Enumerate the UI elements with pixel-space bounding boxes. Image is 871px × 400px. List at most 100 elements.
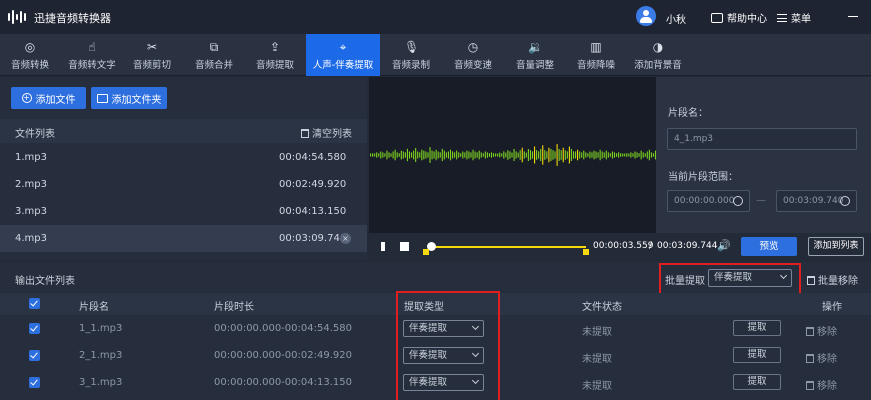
- waveform-bar: [505, 152, 507, 158]
- remove-label: 移除: [817, 327, 837, 338]
- remove-file-icon[interactable]: ×: [340, 233, 351, 244]
- user-avatar-icon[interactable]: [636, 6, 656, 26]
- file-list-item[interactable]: 1.mp3 00:04:54.580: [0, 144, 367, 171]
- waveform-panel[interactable]: [369, 77, 657, 233]
- add-to-list-button[interactable]: 添加到列表: [808, 237, 864, 256]
- row-checkbox[interactable]: [29, 323, 40, 334]
- toolbar-item[interactable]: 🎙 音频录制: [385, 34, 437, 76]
- waveform-bar: [599, 149, 601, 161]
- output-list-title: 输出文件列表: [15, 276, 75, 287]
- waveform-bar: [480, 152, 482, 158]
- waveform-bar: [419, 152, 421, 158]
- waveform-bar: [394, 149, 396, 161]
- trash-icon: [806, 354, 814, 363]
- remove-label: 移除: [817, 354, 837, 365]
- waveform-bar: [499, 152, 501, 158]
- waveform-bar: [554, 151, 556, 159]
- file-name: 2.mp3: [15, 179, 47, 190]
- waveform-bar: [593, 150, 595, 160]
- toolbar-item[interactable]: 🔉 音量调整: [507, 34, 563, 76]
- waveform-bar: [472, 149, 474, 161]
- clear-list-button[interactable]: 清空列表: [301, 125, 352, 140]
- app-title: 迅捷音频转换器: [34, 12, 111, 25]
- remove-button[interactable]: 移除: [806, 350, 837, 365]
- waveform-bar: [439, 152, 441, 158]
- select-all-checkbox[interactable]: [29, 298, 40, 309]
- file-duration: 00:04:13.150: [279, 206, 347, 217]
- waveform-bar: [466, 150, 468, 160]
- progress-track[interactable]: [428, 246, 586, 248]
- waveform-bar: [509, 151, 511, 159]
- waveform-bar: [462, 151, 464, 159]
- total-time: 00:03:09.744: [657, 241, 718, 251]
- toolbar-item[interactable]: ◷ 音频变速: [444, 34, 502, 76]
- waveform-bar: [511, 152, 513, 158]
- add-file-label: 添加文件: [35, 94, 76, 106]
- trim-end-marker[interactable]: [583, 249, 589, 255]
- extract-button[interactable]: 提取: [733, 320, 781, 336]
- toolbar-item-label: 音频录制: [391, 60, 430, 71]
- preview-button[interactable]: 预览: [741, 237, 797, 256]
- row-checkbox[interactable]: [29, 350, 40, 361]
- toolbar-item[interactable]: ◑ 添加背景音: [627, 34, 689, 76]
- toolbar-item[interactable]: ✂ 音频剪切: [126, 34, 178, 76]
- waveform-bar: [501, 153, 503, 157]
- waveform-bar: [628, 153, 630, 157]
- waveform-bar: [468, 151, 470, 159]
- toolbar-item[interactable]: ☝ 音频转文字: [62, 34, 122, 76]
- waveform-bar: [380, 151, 382, 159]
- segment-start-input[interactable]: 00:00:00.000: [667, 190, 750, 212]
- toolbar-item[interactable]: ⌖ 人声-伴奏提取: [306, 34, 380, 76]
- file-list-item[interactable]: 2.mp3 00:02:49.920: [0, 171, 367, 198]
- segment-end-input[interactable]: 00:03:09.740: [776, 190, 857, 212]
- current-time: 00:00:03.559: [593, 241, 654, 251]
- trim-start-marker[interactable]: [423, 249, 429, 255]
- waveform-bar: [497, 153, 499, 157]
- waveform-bar: [517, 152, 519, 158]
- segment-name-input[interactable]: 4_1.mp3: [667, 128, 857, 150]
- extract-button[interactable]: 提取: [733, 374, 781, 390]
- waveform-bar: [542, 145, 544, 165]
- waveform-bar: [585, 152, 587, 158]
- toolbar-item-label: 音频降噪: [576, 60, 615, 71]
- waveform-bar: [540, 148, 542, 162]
- menu-button[interactable]: 菜单: [777, 10, 811, 25]
- file-list-item[interactable]: 3.mp3 00:04:13.150: [0, 198, 367, 225]
- row-checkbox[interactable]: [29, 377, 40, 388]
- waveform-bar: [421, 149, 423, 161]
- stop-icon[interactable]: [400, 242, 409, 251]
- reset-clock-icon[interactable]: [733, 196, 743, 206]
- help-center-button[interactable]: 帮助中心: [711, 10, 767, 25]
- username[interactable]: 小秋: [666, 11, 686, 26]
- feature-toolbar: ◎ 音频转换 ☝ 音频转文字 ✂ 音频剪切 ⧉ 音频合并 ⇪ 音频提取 ⌖ 人声-伴奏提取 🎙 音频录制 ◷…: [0, 34, 871, 76]
- waveform-bar: [607, 152, 609, 158]
- remove-button[interactable]: 移除: [806, 323, 837, 338]
- file-list-item[interactable]: 4.mp3 00:03:09.740 ×: [0, 225, 367, 252]
- toolbar-item[interactable]: ◎ 音频转换: [2, 34, 58, 76]
- add-folder-button[interactable]: 添加文件夹: [91, 87, 167, 109]
- add-file-button[interactable]: + 添加文件: [11, 87, 86, 109]
- toolbar-item[interactable]: ⇪ 音频提取: [247, 34, 303, 76]
- waveform-bar: [529, 150, 531, 160]
- waveform-bar: [575, 151, 577, 159]
- toolbar-item-label: 添加背景音: [634, 60, 682, 71]
- toolbar-item[interactable]: ▥ 音频降噪: [568, 34, 624, 76]
- waveform-bar: [411, 152, 413, 158]
- remove-button[interactable]: 移除: [806, 377, 837, 392]
- waveform-bar: [624, 153, 626, 157]
- waveform-bar: [521, 147, 523, 163]
- reset-clock-icon[interactable]: [840, 196, 850, 206]
- header-operation: 操作: [822, 302, 842, 313]
- segment-name: 2_1.mp3: [79, 350, 123, 361]
- pause-icon[interactable]: [381, 242, 385, 251]
- segment-range-label: 当前片段范围：: [668, 172, 738, 183]
- toolbar-item[interactable]: ⧉ 音频合并: [184, 34, 244, 76]
- waveform-bar: [519, 150, 521, 160]
- batch-remove-button[interactable]: 批量移除: [807, 272, 858, 287]
- header-file-status: 文件状态: [582, 302, 622, 313]
- minimize-button[interactable]: [848, 16, 858, 17]
- volume-icon[interactable]: 🔊: [717, 239, 731, 252]
- extract-button[interactable]: 提取: [733, 347, 781, 363]
- waveform-bar: [482, 153, 484, 157]
- waveform-bar: [488, 153, 490, 157]
